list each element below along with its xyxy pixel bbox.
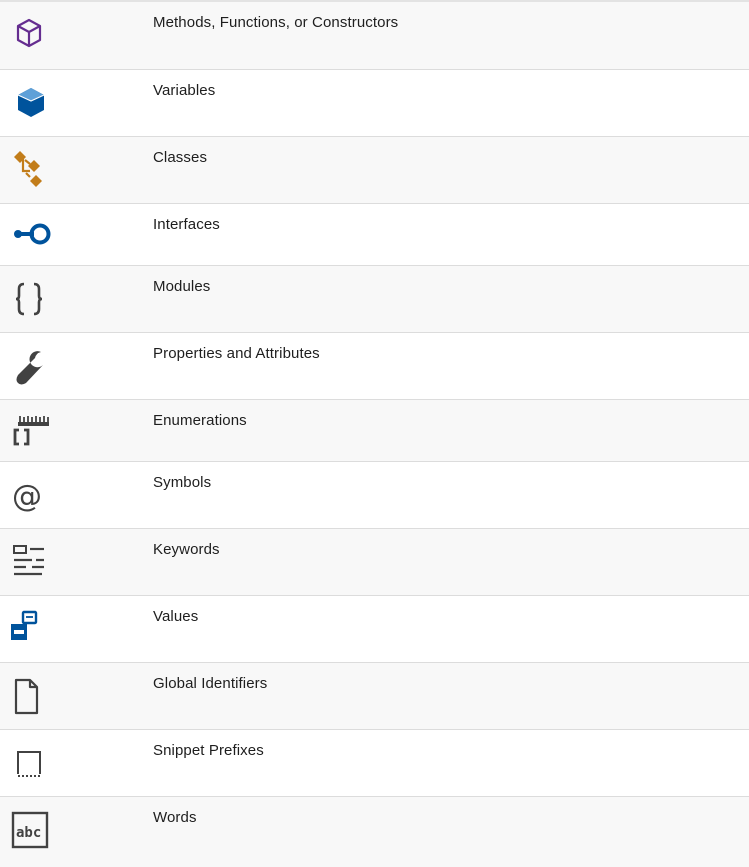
table-row: Snippet Prefixes [0, 730, 749, 797]
row-label: Symbols [153, 474, 212, 491]
table-row: Methods, Functions, or Constructors [0, 2, 749, 70]
row-label: Properties and Attributes [153, 345, 320, 362]
row-label: Snippet Prefixes [153, 742, 264, 759]
interface-lollipop-icon [0, 204, 60, 265]
document-icon [0, 663, 60, 729]
row-label: Classes [153, 149, 208, 166]
row-label: Keywords [153, 541, 220, 558]
svg-text:abc: abc [16, 825, 41, 841]
table-row: Classes [0, 137, 749, 204]
row-label: Variables [153, 82, 216, 99]
table-row: Values [0, 596, 749, 663]
table-row: abc Words [0, 797, 749, 867]
table-row: Enumerations [0, 400, 749, 462]
table-row: Modules [0, 266, 749, 333]
row-label: Modules [153, 278, 211, 295]
cube-outline-icon [0, 2, 60, 69]
table-row: Variables [0, 70, 749, 137]
table-row: @ Symbols [0, 462, 749, 529]
braces-icon [0, 266, 60, 332]
row-label: Methods, Functions, or Constructors [153, 14, 399, 31]
table-row: Interfaces [0, 204, 749, 266]
table-row: Keywords [0, 529, 749, 596]
ruler-brackets-icon [0, 400, 60, 461]
row-label: Interfaces [153, 216, 220, 233]
row-label: Global Identifiers [153, 675, 268, 692]
table-row: Global Identifiers [0, 663, 749, 730]
at-sign-icon: @ [0, 462, 60, 528]
table-row: Properties and Attributes [0, 333, 749, 400]
row-label: Values [153, 608, 199, 625]
class-tree-icon [0, 137, 60, 203]
row-label: Words [153, 809, 197, 826]
cube-solid-icon [0, 70, 60, 136]
keyword-lines-icon [0, 529, 60, 595]
svg-text:@: @ [12, 479, 42, 514]
value-blocks-icon [0, 596, 60, 662]
wrench-icon [0, 333, 60, 399]
row-label: Enumerations [153, 412, 247, 429]
icon-legend-table: Methods, Functions, or Constructors Vari… [0, 0, 749, 867]
abc-box-icon: abc [0, 797, 60, 867]
snippet-box-icon [0, 730, 60, 796]
